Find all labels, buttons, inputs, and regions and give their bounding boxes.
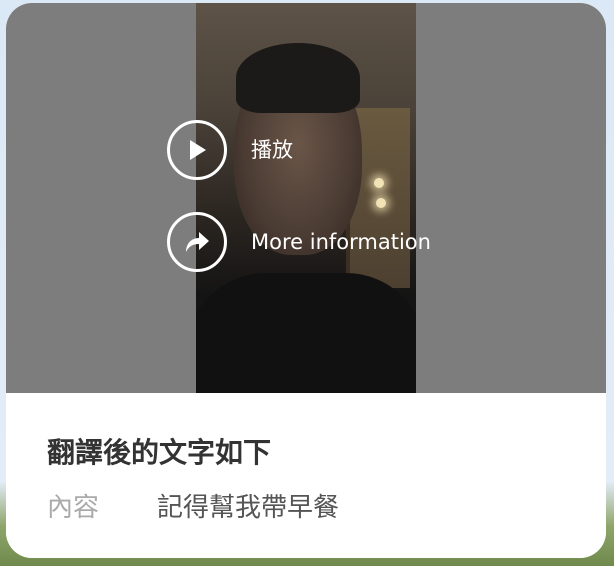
person-hair xyxy=(236,43,360,113)
person-shirt xyxy=(196,273,416,393)
more-information-action[interactable]: More information xyxy=(167,212,431,272)
content-field-row: 內容 記得幫我帶早餐 xyxy=(47,487,339,524)
background-light xyxy=(374,178,384,188)
translation-content: 翻譯後的文字如下 內容 記得幫我帶早餐 xyxy=(6,393,606,558)
play-action[interactable]: 播放 xyxy=(167,120,293,180)
more-information-button[interactable] xyxy=(167,212,227,272)
more-information-label[interactable]: More information xyxy=(251,231,431,253)
play-icon xyxy=(190,140,206,160)
video-preview[interactable]: 播放 More information xyxy=(6,3,606,393)
play-label[interactable]: 播放 xyxy=(251,139,293,161)
background-light xyxy=(376,198,386,208)
play-button[interactable] xyxy=(167,120,227,180)
share-arrow-icon xyxy=(186,232,209,252)
translation-title: 翻譯後的文字如下 xyxy=(47,436,272,469)
message-card: 播放 More information 翻譯後的文字如下 內容 記得幫我帶早餐 xyxy=(6,3,606,558)
content-field-label: 內容 xyxy=(47,493,100,523)
video-thumbnail xyxy=(196,3,416,393)
content-field-value: 記得幫我帶早餐 xyxy=(157,493,340,523)
